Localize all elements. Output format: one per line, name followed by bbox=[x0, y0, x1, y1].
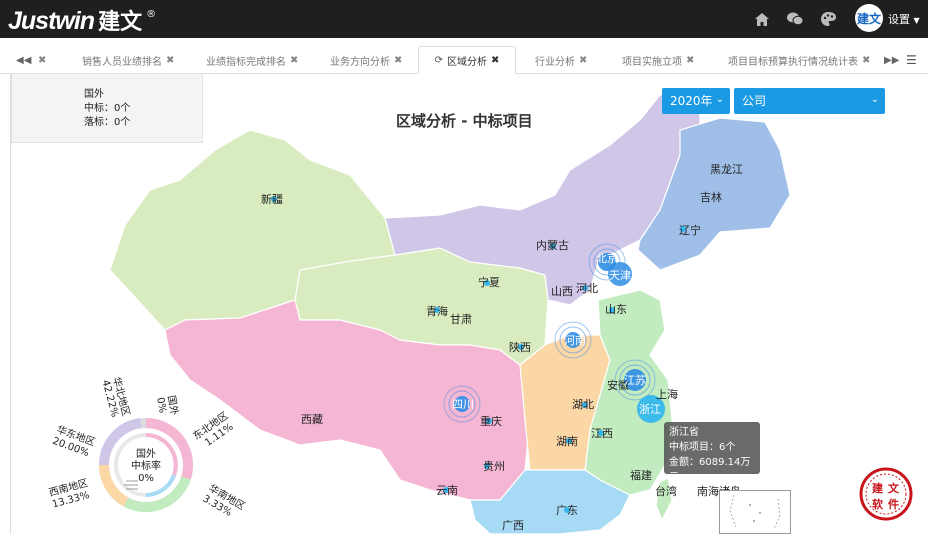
label-shanghai: 上海 bbox=[656, 387, 678, 401]
region-win-rate-donut: 国外 中标率 0% 华北地区 42.22% 国外 0% 东北地区 1.11% 华… bbox=[47, 375, 247, 518]
info-region: 国外 bbox=[84, 89, 104, 100]
label-inner-mongolia: 内蒙古 bbox=[536, 238, 569, 252]
label-ningxia: 宁夏 bbox=[478, 275, 500, 289]
label-zhejiang: 浙江 bbox=[639, 403, 661, 416]
label-jiangsu: 江苏 bbox=[624, 374, 646, 387]
label-guangdong: 广东 bbox=[556, 504, 578, 517]
label-hebei: 河北 bbox=[576, 282, 598, 295]
chevron-down-icon: ⌄ bbox=[715, 94, 724, 105]
tooltip-province: 浙江省 bbox=[669, 427, 699, 438]
label-yunnan: 云南 bbox=[436, 484, 458, 497]
svg-text:软: 软 bbox=[872, 497, 884, 511]
label-henan: 河南 bbox=[564, 334, 586, 347]
label-fujian: 福建 bbox=[630, 468, 652, 482]
south-sea-islands-map bbox=[729, 494, 781, 530]
svg-text:建: 建 bbox=[872, 481, 884, 495]
donut-center-line2: 中标率 bbox=[131, 459, 161, 472]
donut-label-abroad-pct: 0% bbox=[154, 397, 168, 415]
label-shaanxi: 陕西 bbox=[509, 340, 531, 354]
label-guizhou: 贵州 bbox=[483, 460, 505, 473]
label-gansu: 甘肃 bbox=[450, 313, 472, 326]
label-hunan: 湖南 bbox=[556, 435, 578, 448]
label-beijing: 北京 bbox=[596, 251, 618, 265]
label-chongqing: 重庆 bbox=[480, 414, 502, 428]
label-guangxi: 广西 bbox=[502, 519, 524, 532]
info-lost: 落标：0个 bbox=[84, 117, 131, 128]
label-tianjin: 天津 bbox=[609, 269, 631, 282]
label-liaoning: 辽宁 bbox=[679, 223, 701, 237]
chart-title: 区域分析 - 中标项目 bbox=[396, 112, 533, 130]
company-select[interactable]: 公司 ⌄ bbox=[734, 88, 885, 114]
south-sea-inset bbox=[719, 490, 791, 534]
label-hubei: 湖北 bbox=[572, 398, 594, 411]
label-jiangxi: 江西 bbox=[591, 427, 613, 440]
year-select[interactable]: 2020年 ⌄ bbox=[662, 88, 730, 114]
svg-text:文: 文 bbox=[888, 481, 900, 495]
info-won: 中标：0个 bbox=[84, 103, 131, 114]
label-heilongjiang: 黑龙江 bbox=[710, 163, 743, 176]
company-seal-logo: 建文 软件 bbox=[859, 467, 913, 521]
label-shanxi: 山西 bbox=[551, 285, 573, 298]
chevron-down-icon: ⌄ bbox=[870, 94, 879, 105]
tooltip-amount: 金额：6089.14万元 bbox=[669, 457, 751, 483]
label-xinjiang: 新疆 bbox=[261, 192, 283, 206]
label-shandong: 山东 bbox=[605, 303, 627, 316]
label-qinghai: 青海 bbox=[426, 304, 448, 318]
label-taiwan: 台湾 bbox=[655, 484, 677, 498]
company-select-value: 公司 bbox=[742, 94, 767, 108]
donut-center-line1: 国外 bbox=[136, 448, 156, 460]
hover-info-box: 国外 中标：0个 落标：0个 bbox=[11, 73, 203, 143]
svg-text:件: 件 bbox=[888, 497, 899, 511]
donut-center-line3: 0% bbox=[138, 473, 154, 484]
label-tibet: 西藏 bbox=[301, 413, 323, 426]
year-select-value: 2020年 bbox=[670, 94, 713, 108]
label-jilin: 吉林 bbox=[700, 190, 722, 204]
label-sichuan: 四川 bbox=[452, 398, 474, 411]
map-tooltip: 浙江省 中标项目：6个 金额：6089.14万元 bbox=[664, 422, 760, 483]
tooltip-count: 中标项目：6个 bbox=[669, 442, 736, 453]
